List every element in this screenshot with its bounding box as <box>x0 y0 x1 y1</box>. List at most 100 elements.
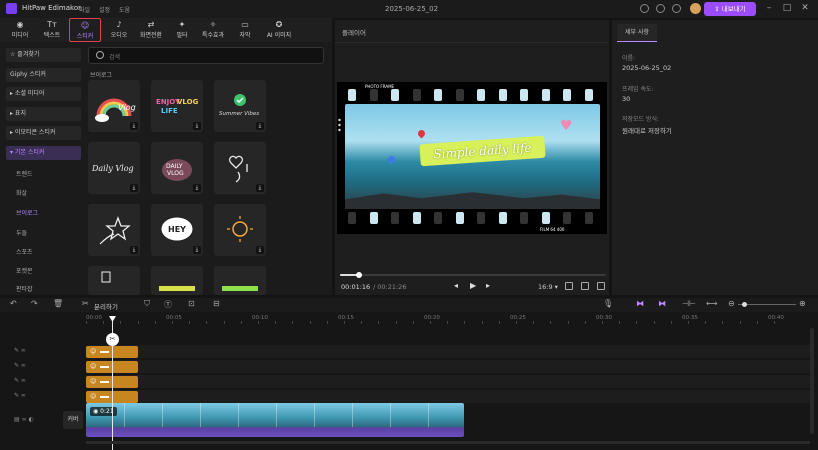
fullscreen-icon[interactable] <box>597 282 605 290</box>
sticker-sun-doodle[interactable]: ⤓ <box>214 204 266 256</box>
sticker-vlog-enjoy[interactable]: ENJOY VLOG LIFE ⤓ <box>151 80 203 132</box>
category-favorites[interactable]: ☆ 즐겨찾기 <box>6 48 81 62</box>
search-input[interactable] <box>88 47 324 64</box>
text-box-icon[interactable]: Ⓣ <box>164 299 172 310</box>
category-giphy[interactable]: Giphy 스티커 <box>6 68 81 82</box>
subcategory-doodle[interactable]: 두들 <box>16 228 27 237</box>
tab-text[interactable]: Tт 텍스트 <box>36 18 68 42</box>
freeze-icon[interactable]: ⊡ <box>188 299 195 308</box>
tab-details[interactable]: 세부 사항 <box>617 24 657 41</box>
sticker-vlog-rainbow[interactable]: Vlog ⤓ <box>88 80 140 132</box>
next-frame-icon[interactable]: ▸ <box>486 281 490 290</box>
download-icon[interactable]: ⤓ <box>193 246 201 254</box>
category-social-media[interactable]: ▸ 소셜 미디어 <box>6 87 81 101</box>
zoom-in-icon[interactable]: ⊕ <box>799 299 806 308</box>
tab-subtitle[interactable]: ▭ 자막 <box>229 18 261 42</box>
sticker-hey-bubble[interactable]: HEY ⤓ <box>151 204 203 256</box>
svg-text:Daily Vlog: Daily Vlog <box>91 164 134 173</box>
sticker-green-banner[interactable] <box>214 266 266 295</box>
film-hole <box>391 89 399 101</box>
tab-audio[interactable]: ♪ 오디오 <box>103 18 135 42</box>
subcategory-arrow[interactable]: 화살 <box>16 188 27 197</box>
magnet-icon[interactable]: ⧓ <box>636 299 644 308</box>
sticker-stars-doodle[interactable]: ⤓ <box>88 204 140 256</box>
tab-ai-image[interactable]: ✪ AI 이미지 <box>261 18 297 42</box>
category-emoji[interactable]: ▸ 표지 <box>6 107 81 121</box>
split-screen-icon[interactable]: ⊣⊢ <box>682 299 696 308</box>
download-icon[interactable]: ⤓ <box>193 184 201 192</box>
more-dots-icon[interactable] <box>338 118 341 132</box>
redo-icon[interactable]: ↷ <box>31 299 38 308</box>
split-button[interactable]: 분리하기 <box>94 301 118 311</box>
lane-controls[interactable]: ✎ ∞ <box>14 362 26 369</box>
download-icon[interactable] <box>672 4 681 13</box>
notification-icon[interactable] <box>640 4 649 13</box>
tab-media[interactable]: ◉ 미디어 <box>4 18 36 42</box>
sticker-summer-vibes[interactable]: Summer Vibes ⤓ <box>214 80 266 132</box>
download-icon[interactable]: ⤓ <box>130 184 138 192</box>
playhead-scissors-icon[interactable]: ✂ <box>106 333 119 346</box>
minimize-icon[interactable]: – <box>763 3 775 13</box>
link-icon[interactable]: ⧓ <box>658 299 666 308</box>
vertical-scrollbar[interactable] <box>810 328 814 434</box>
close-icon[interactable]: ✕ <box>799 3 811 13</box>
tab-filter[interactable]: ✦ 필터 <box>166 18 198 42</box>
lane-controls[interactable]: ✎ ∞ <box>14 377 26 384</box>
download-icon[interactable]: ⤓ <box>130 122 138 130</box>
subcategory-vlog[interactable]: 브이로그 <box>16 208 38 217</box>
text-icon: Tт <box>47 20 57 29</box>
sticker-yellow-banner[interactable] <box>151 266 203 295</box>
download-icon[interactable]: ⤓ <box>256 246 264 254</box>
clip-thumb <box>100 396 109 398</box>
sticker-daily-vlog-blob[interactable]: DAILY VLOG ⤓ <box>151 142 203 194</box>
video-clip[interactable] <box>86 403 464 437</box>
menu-help[interactable]: 도움 <box>119 5 130 14</box>
cover-button[interactable]: 커버 <box>63 411 83 429</box>
crop-tool-icon[interactable]: ⊟ <box>213 299 220 308</box>
subcategory-trend[interactable]: 트렌드 <box>16 169 33 178</box>
snapshot-icon[interactable] <box>565 282 573 290</box>
download-icon[interactable]: ⤓ <box>193 122 201 130</box>
clip-frame-divider <box>124 403 125 427</box>
tab-sticker[interactable]: ☺ 스티커 <box>69 18 101 42</box>
shield-icon[interactable]: ⛉ <box>144 299 150 309</box>
help-icon[interactable] <box>656 4 665 13</box>
microphone-icon[interactable]: 🎙 <box>603 299 613 308</box>
download-icon[interactable]: ⤓ <box>130 246 138 254</box>
undo-icon[interactable]: ↶ <box>10 299 17 308</box>
export-button[interactable]: ⇪ 내보내기 <box>704 2 756 16</box>
scissors-icon[interactable]: ✂ <box>82 299 89 308</box>
tab-effects[interactable]: ✧ 특수효과 <box>197 18 229 42</box>
menu-file[interactable]: 파일 <box>79 5 90 14</box>
ruler-tick <box>258 321 259 324</box>
play-icon[interactable]: ▶ <box>470 281 476 290</box>
subcategory-pokemon[interactable]: 포켓몬 <box>16 266 33 275</box>
progress-knob[interactable] <box>355 272 362 278</box>
download-icon[interactable]: ⤓ <box>256 122 264 130</box>
download-icon[interactable]: ⤓ <box>256 184 264 192</box>
tab-transition[interactable]: ⇄ 화면전환 <box>135 18 167 42</box>
progress-track[interactable] <box>340 274 606 276</box>
subcategory-sports[interactable]: 스포츠 <box>16 247 33 256</box>
delete-icon[interactable]: 🗑 <box>53 299 63 308</box>
maximize-icon[interactable]: □ <box>781 3 793 13</box>
lane-controls[interactable]: ✎ ∞ <box>14 347 26 354</box>
previous-frame-icon[interactable]: ◂ <box>454 281 458 290</box>
sticker-daily-vlog-script[interactable]: Daily Vlog ⤓ <box>88 142 140 194</box>
subcategory-fantasy[interactable]: 판타잡 <box>16 284 33 293</box>
sticker-heart-doodle[interactable]: ⤓ <box>214 142 266 194</box>
crop-icon[interactable] <box>581 282 589 290</box>
zoom-slider-knob[interactable] <box>742 302 747 307</box>
horizontal-scrollbar[interactable] <box>86 441 810 444</box>
lane-controls[interactable]: ▤ ∞ ◐ <box>14 416 34 423</box>
aspect-ratio-select[interactable]: 16:9 ▾ <box>538 283 558 291</box>
lane-controls[interactable]: ✎ ∞ <box>14 392 26 399</box>
svg-text:DAILY: DAILY <box>166 163 183 170</box>
avatar[interactable] <box>690 3 701 14</box>
sticker-alarm-doodle[interactable] <box>88 266 140 295</box>
fit-timeline-icon[interactable]: ⟷ <box>706 299 717 308</box>
category-basic-sticker[interactable]: ▾ 기본 스티커 <box>6 146 81 160</box>
zoom-out-icon[interactable]: ⊖ <box>728 299 735 308</box>
category-emoji-sticker[interactable]: ▸ 이모티콘 스티커 <box>6 126 81 140</box>
menu-settings[interactable]: 설정 <box>99 5 110 14</box>
